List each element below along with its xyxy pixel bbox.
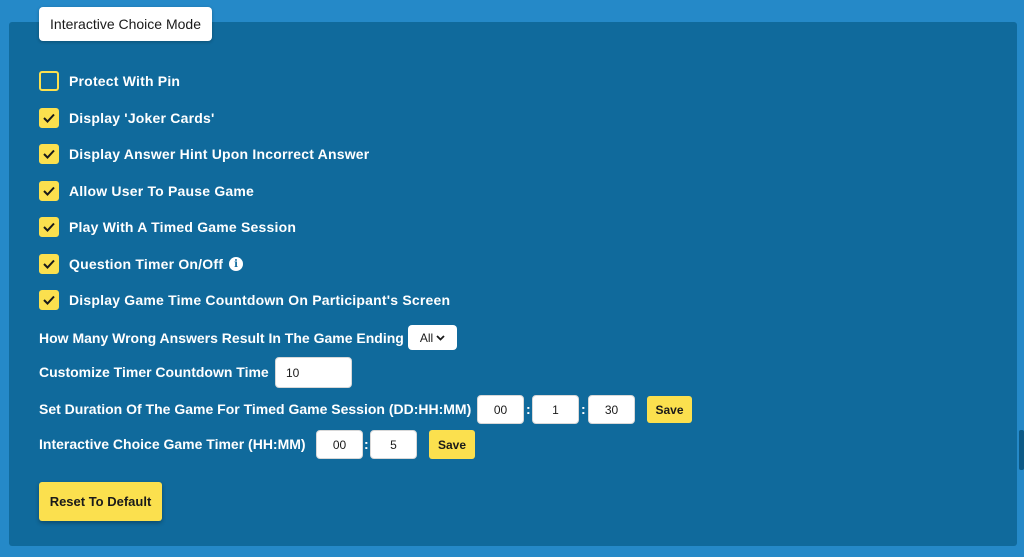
colon-separator: : [581, 401, 586, 417]
checkbox-question-timer[interactable] [39, 254, 59, 274]
checkbox-allow-pause-game[interactable] [39, 181, 59, 201]
option-label: Protect With Pin [69, 73, 181, 89]
save-game-timer-button[interactable]: Save [429, 430, 475, 459]
reset-to-default-button[interactable]: Reset To Default [39, 482, 162, 521]
chevron-down-icon [436, 334, 445, 341]
checkmark-icon [43, 222, 55, 232]
info-icon[interactable]: i [229, 257, 244, 271]
option-label: Display Answer Hint Upon Incorrect Answe… [69, 146, 370, 162]
duration-hours-input[interactable]: 1 [532, 395, 579, 424]
checkmark-icon [43, 186, 55, 196]
timer-countdown-label: Customize Timer Countdown Time [39, 364, 269, 380]
option-question-timer[interactable]: Question Timer On/Off i [39, 253, 244, 275]
checkmark-icon [43, 295, 55, 305]
option-label: Allow User To Pause Game [69, 183, 255, 199]
checkbox-display-joker-cards[interactable] [39, 108, 59, 128]
settings-panel [9, 22, 1017, 546]
timer-countdown-input[interactable]: 10 [275, 357, 352, 388]
tab-interactive-choice-mode[interactable]: Interactive Choice Mode [39, 7, 212, 41]
duration-days-input[interactable]: 00 [477, 395, 524, 424]
checkmark-icon [43, 149, 55, 159]
game-duration-label: Set Duration Of The Game For Timed Game … [39, 401, 472, 417]
colon-separator: : [526, 401, 531, 417]
option-label: Play With A Timed Game Session [69, 219, 297, 235]
checkbox-timed-game-session[interactable] [39, 217, 59, 237]
checkmark-icon [43, 259, 55, 269]
option-timed-game-session[interactable]: Play With A Timed Game Session [39, 216, 296, 238]
duration-minutes-input[interactable]: 30 [588, 395, 635, 424]
checkbox-game-time-countdown[interactable] [39, 290, 59, 310]
colon-separator: : [364, 436, 369, 452]
option-display-joker-cards[interactable]: Display 'Joker Cards' [39, 107, 214, 129]
option-label: Display 'Joker Cards' [69, 110, 215, 126]
option-label: Display Game Time Countdown On Participa… [69, 292, 451, 308]
checkbox-display-answer-hint[interactable] [39, 144, 59, 164]
option-game-time-countdown[interactable]: Display Game Time Countdown On Participa… [39, 289, 450, 311]
checkbox-protect-with-pin[interactable] [39, 71, 59, 91]
checkmark-icon [43, 113, 55, 123]
game-timer-minutes-input[interactable]: 5 [370, 430, 417, 459]
save-duration-button[interactable]: Save [647, 396, 692, 423]
wrong-answers-select[interactable]: All [408, 325, 457, 350]
game-timer-label: Interactive Choice Game Timer (HH:MM) [39, 436, 306, 452]
option-protect-with-pin[interactable]: Protect With Pin [39, 70, 180, 92]
game-timer-hours-input[interactable]: 00 [316, 430, 363, 459]
option-label: Question Timer On/Off [69, 256, 224, 272]
scrollbar[interactable] [1019, 430, 1024, 470]
wrong-answers-label: How Many Wrong Answers Result In The Gam… [39, 330, 404, 346]
option-allow-pause-game[interactable]: Allow User To Pause Game [39, 180, 254, 202]
wrong-answers-selected: All [419, 330, 434, 345]
option-display-answer-hint[interactable]: Display Answer Hint Upon Incorrect Answe… [39, 143, 369, 165]
